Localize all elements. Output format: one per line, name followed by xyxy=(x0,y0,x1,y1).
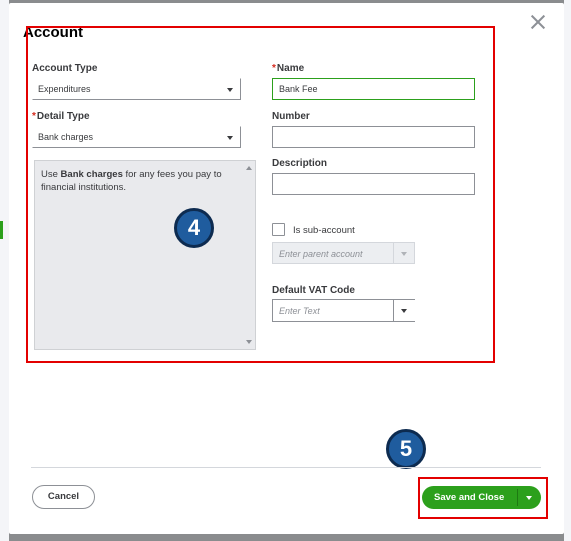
detail-type-label-text: Detail Type xyxy=(36,111,90,122)
required-marker: * xyxy=(272,63,276,74)
vat-code-combobox[interactable]: Enter Text xyxy=(272,299,415,322)
sub-account-checkbox[interactable] xyxy=(272,223,285,236)
select-divider xyxy=(393,243,394,263)
detail-type-select[interactable]: Bank charges xyxy=(32,126,241,148)
name-label: *Name xyxy=(272,63,304,74)
chevron-down-icon[interactable] xyxy=(526,496,532,500)
help-text: Use Bank charges for any fees you pay to… xyxy=(41,168,241,194)
detail-type-value: Bank charges xyxy=(38,132,94,142)
step-4-badge: 4 xyxy=(174,208,214,248)
name-label-text: Name xyxy=(276,63,305,74)
parent-account-placeholder: Enter parent account xyxy=(279,249,363,259)
name-input[interactable]: Bank Fee xyxy=(272,78,475,100)
parent-account-select: Enter parent account xyxy=(272,242,415,264)
number-input[interactable] xyxy=(272,126,475,148)
account-type-select[interactable]: Expenditures xyxy=(32,78,241,100)
footer-divider xyxy=(31,467,541,468)
detail-type-help-panel[interactable]: Use Bank charges for any fees you pay to… xyxy=(34,160,256,350)
background-page-right-strip xyxy=(564,0,571,541)
help-text-prefix: Use xyxy=(41,169,61,180)
vat-code-placeholder: Enter Text xyxy=(279,306,320,316)
required-marker: * xyxy=(32,111,36,122)
split-divider xyxy=(517,489,518,506)
background-accent-bar xyxy=(0,221,3,239)
number-label: Number xyxy=(272,111,310,122)
scroll-up-icon[interactable] xyxy=(246,166,252,170)
save-and-close-label: Save and Close xyxy=(434,492,505,503)
name-value: Bank Fee xyxy=(279,84,318,94)
account-type-label: Account Type xyxy=(32,63,98,74)
close-icon[interactable] xyxy=(528,12,548,32)
combo-divider xyxy=(393,299,394,322)
detail-type-label: *Detail Type xyxy=(32,111,90,122)
help-text-bold: Bank charges xyxy=(60,169,123,180)
save-and-close-button[interactable]: Save and Close xyxy=(422,486,541,509)
background-page-left-strip xyxy=(0,0,9,541)
chevron-down-icon xyxy=(227,136,233,140)
sub-account-label: Is sub-account xyxy=(293,225,355,236)
description-input[interactable] xyxy=(272,173,475,195)
scroll-down-icon[interactable] xyxy=(246,340,252,344)
account-type-value: Expenditures xyxy=(38,84,91,94)
cancel-button[interactable]: Cancel xyxy=(32,485,95,509)
chevron-down-icon[interactable] xyxy=(401,309,407,313)
step-5-badge: 5 xyxy=(386,429,426,469)
description-label: Description xyxy=(272,158,328,169)
vat-code-label: Default VAT Code xyxy=(272,285,355,296)
chevron-down-icon xyxy=(401,252,407,256)
chevron-down-icon xyxy=(227,88,233,92)
